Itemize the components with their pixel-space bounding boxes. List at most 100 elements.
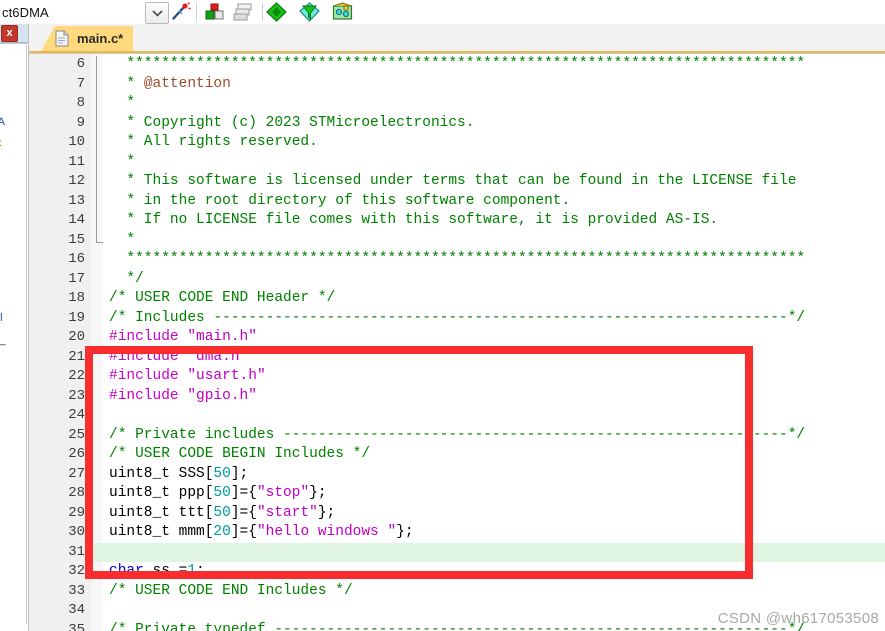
code-line[interactable]: 10 * All rights reserved. [29,133,885,153]
layers-icon[interactable] [233,2,254,22]
line-content[interactable]: /* USER CODE BEGIN Includes */ [109,445,370,465]
code-line[interactable]: 13 * in the root directory of this softw… [29,192,885,212]
tab-bar: main.c* [29,24,885,53]
project-panel-header: x [0,24,28,43]
code-line[interactable]: 22 #include "usart.h" [29,367,885,387]
line-number: 27 [68,465,85,482]
code-line[interactable]: 14 * If no LICENSE file comes with this … [29,211,885,231]
line-content[interactable]: /* Private includes --------------------… [109,426,805,446]
line-content[interactable]: uint8_t ttt[50]={"start"}; [109,504,335,524]
c-file-icon [55,30,69,47]
code-token: /* USER CODE BEGIN Includes */ [109,446,371,462]
code-token: * All rights reserved. [109,134,318,150]
code-line[interactable]: 27 uint8_t SSS[50]; [29,465,885,485]
line-content[interactable]: * [109,231,135,251]
code-token: * [109,75,144,92]
green-diamond-icon[interactable] [266,2,287,22]
line-content[interactable]: * If no LICENSE file comes with this sof… [109,211,718,231]
code-token: uint8_t ppp[ [109,485,214,501]
code-line[interactable]: 6 **************************************… [29,55,885,75]
code-line[interactable]: 17 */ [29,270,885,290]
line-content[interactable]: ****************************************… [109,250,805,270]
line-number: 20 [68,329,85,345]
build-blocks-icon[interactable] [204,2,225,22]
project-combo-value[interactable]: ct6DMA [0,5,49,20]
code-line[interactable]: 9 * Copyright (c) 2023 STMicroelectronic… [29,114,885,134]
line-content[interactable]: char ss =1; [109,562,205,582]
line-number: 35 [68,621,85,631]
code-line[interactable]: 11 * [29,153,885,173]
line-number: 30 [68,524,85,540]
line-content[interactable]: /* Includes ----------------------------… [109,309,805,329]
code-token: "gpio.h" [187,387,257,404]
code-line[interactable]: 12 * This software is licensed under ter… [29,172,885,192]
close-icon[interactable]: x [1,25,18,42]
chevron-down-icon[interactable] [145,2,169,24]
code-token: 50 [213,485,231,501]
line-number: 32 [68,563,85,579]
code-line[interactable]: 18 /* USER CODE END Header */ [29,289,885,309]
code-line[interactable]: 31 [29,543,885,563]
code-line[interactable]: 24 [29,406,885,426]
filter-diamond-icon[interactable] [299,2,320,22]
code-line[interactable]: 32 char ss =1; [29,562,885,582]
ide-window: ct6DMA x l _ main.c* 6 *****************… [0,0,885,631]
code-line[interactable]: 19 /* Includes --------------------------… [29,309,885,329]
line-number: 24 [68,407,85,423]
line-number: 22 [68,368,85,384]
code-line[interactable]: 29 uint8_t ttt[50]={"start"}; [29,504,885,524]
line-content[interactable]: #include "main.h" [109,328,257,348]
code-line[interactable]: 16 *************************************… [29,250,885,270]
pack-installer-icon[interactable] [332,2,353,22]
code-token: "stop" [256,485,310,501]
code-line[interactable]: 21 #include "dma.h" [29,348,885,368]
code-token: ]={ [230,524,257,540]
code-line[interactable]: 30 uint8_t mmm[20]={"hello windows "}; [29,523,885,543]
line-content[interactable]: #include "usart.h" [109,367,266,387]
code-line[interactable]: 23 #include "gpio.h" [29,387,885,407]
code-line[interactable]: 26 /* USER CODE BEGIN Includes */ [29,445,885,465]
project-tree[interactable]: -A C _l k_ [0,43,27,624]
line-content[interactable]: * [109,94,135,114]
line-content[interactable]: ****************************************… [109,55,805,75]
code-line[interactable]: 33 /* USER CODE END Includes */ [29,582,885,602]
line-content[interactable]: /* Private typedef ---------------------… [109,621,805,631]
line-content[interactable]: /* USER CODE END Includes */ [109,582,353,602]
code-editor[interactable]: 6 **************************************… [29,53,885,631]
line-content[interactable]: * All rights reserved. [109,133,318,153]
line-content[interactable]: * This software is licensed under terms … [109,172,796,192]
line-content[interactable]: uint8_t mmm[20]={"hello windows "}; [109,523,414,543]
code-token: #include [109,387,188,404]
code-line[interactable]: 25 /* Private includes ------------------… [29,426,885,446]
line-content[interactable]: uint8_t ppp[50]={"stop"}; [109,484,327,504]
code-token: * [109,153,136,170]
line-content[interactable]: #include "dma.h" [109,348,248,368]
line-content[interactable]: /* USER CODE END Header */ [109,289,335,309]
line-content[interactable]: * in the root directory of this software… [109,192,570,212]
line-content[interactable]: * Copyright (c) 2023 STMicroelectronics. [109,114,474,134]
line-content[interactable]: */ [109,270,143,290]
line-number: 26 [68,446,85,462]
code-line[interactable]: 15 * [29,231,885,251]
project-panel-strip: x -A C _l k_ [0,24,29,631]
magic-wand-icon[interactable] [170,2,191,22]
code-token: #include [109,348,188,365]
tree-fragment-0[interactable]: -A [0,116,5,128]
tree-fragment-2[interactable]: _l [0,312,3,324]
code-line[interactable]: 8 * [29,94,885,114]
line-content[interactable]: #include "gpio.h" [109,387,257,407]
code-line[interactable]: 28 uint8_t ppp[50]={"stop"}; [29,484,885,504]
code-line[interactable]: 20 #include "main.h" [29,328,885,348]
line-number: 9 [76,114,85,131]
tree-fragment-1[interactable]: C [0,138,2,150]
tree-fragment-3[interactable]: k_ [0,334,6,346]
line-number: 18 [68,290,85,306]
line-content[interactable]: uint8_t SSS[50]; [109,465,248,485]
code-line[interactable]: 7 * @attention [29,75,885,95]
toolbar-separator-2 [262,3,263,21]
code-token: /* USER CODE END Includes */ [109,582,353,599]
line-content[interactable]: * @attention [109,75,230,95]
line-number: 19 [68,309,85,326]
line-content[interactable]: * [109,153,135,173]
code-token: "hello windows " [256,524,397,540]
